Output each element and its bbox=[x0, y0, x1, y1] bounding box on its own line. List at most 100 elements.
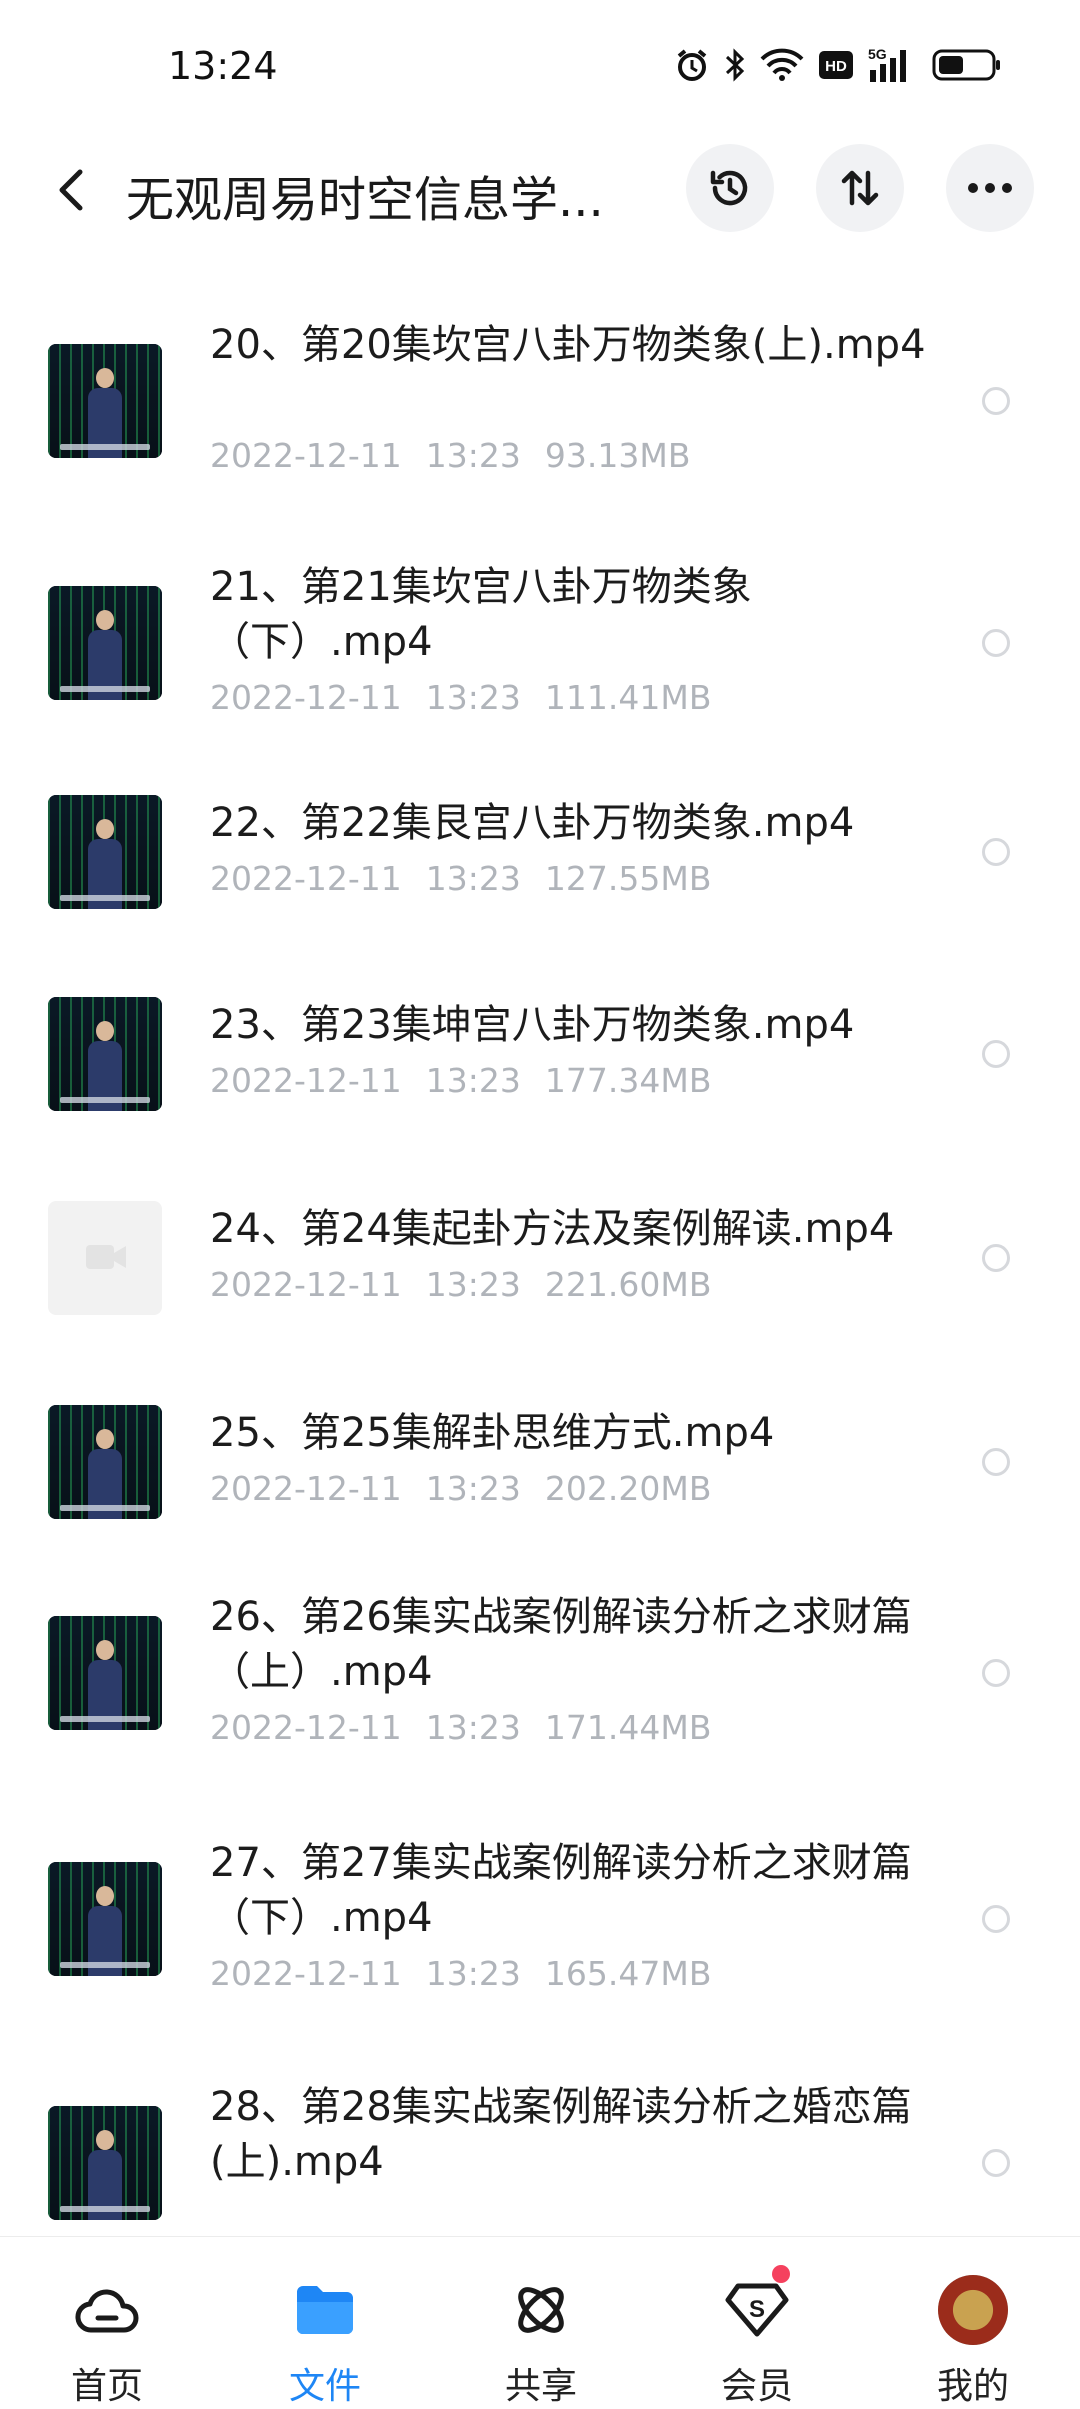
nav-item-vip[interactable]: S 会员 bbox=[682, 2237, 832, 2407]
file-name: 28、第28集实战案例解读分析之婚恋篇(上).mp4 bbox=[210, 2084, 912, 2185]
file-meta: 2022-12-11 13:23 177.34MB bbox=[210, 1061, 735, 1100]
file-name: 24、第24集起卦方法及案例解读.mp4 bbox=[210, 1206, 895, 1252]
select-radio[interactable] bbox=[982, 1905, 1010, 1933]
file-size: 111.41MB bbox=[544, 678, 712, 717]
video-thumbnail bbox=[48, 996, 162, 1111]
status-time: 13:24 bbox=[168, 44, 278, 88]
sort-icon bbox=[841, 170, 879, 206]
notification-badge bbox=[772, 2265, 790, 2283]
file-row[interactable]: 25、第25集解卦思维方式.mp4 2022-12-11 13:23 202.20MB bbox=[0, 1370, 1080, 1570]
history-button[interactable] bbox=[686, 144, 774, 232]
file-name: 26、第26集实战案例解读分析之求财篇（上）.mp4 bbox=[210, 1594, 912, 1695]
signal-5g-icon: 5G bbox=[868, 46, 918, 84]
file-row[interactable]: 21、第21集坎宫八卦万物类象（下）.mp4 2022-12-11 13:23 111… bbox=[0, 542, 1080, 742]
file-name: 27、第27集实战案例解读分析之求财篇（下）.mp4 bbox=[210, 1840, 912, 1941]
file-name: 20、第20集坎宫八卦万物类象(上).mp4 bbox=[210, 322, 926, 368]
file-row[interactable]: 23、第23集坤宫八卦万物类象.mp4 2022-12-11 13:23 177.34… bbox=[0, 962, 1080, 1162]
wifi-icon bbox=[760, 47, 804, 83]
video-thumbnail bbox=[48, 2106, 162, 2220]
select-radio[interactable] bbox=[982, 2149, 1010, 2177]
select-radio[interactable] bbox=[982, 1243, 1010, 1272]
nav-label-home: 首页 bbox=[70, 2366, 143, 2407]
file-size: 221.60MB bbox=[544, 1265, 712, 1304]
file-row[interactable]: 24、第24集起卦方法及案例解读.mp4 2022-12-11 13:23 221.6… bbox=[0, 1166, 1080, 1366]
file-row[interactable]: 20、第20集坎宫八卦万物类象(上).mp4 2022-12-11 13:23 93.… bbox=[0, 300, 1080, 500]
select-radio[interactable] bbox=[982, 837, 1010, 866]
video-camera-icon bbox=[86, 1244, 126, 1269]
video-thumbnail bbox=[48, 586, 162, 700]
file-row[interactable]: 26、第26集实战案例解读分析之求财篇（上）.mp4 2022-12-11 13:2… bbox=[0, 1572, 1080, 1772]
nav-label-me: 我的 bbox=[936, 2366, 1009, 2407]
file-meta: 2022-12-11 13:23 127.55MB bbox=[210, 859, 735, 898]
file-size: 177.34MB bbox=[544, 1061, 712, 1100]
file-row[interactable]: 22、第22集艮宫八卦万物类象.mp4 2022-12-11 13:23 127.55… bbox=[0, 760, 1080, 960]
file-date: 2022-12-11 bbox=[210, 1954, 402, 1993]
avatar bbox=[936, 2273, 1010, 2347]
file-size: 127.55MB bbox=[544, 859, 712, 898]
nav-item-share[interactable]: 共享 bbox=[466, 2237, 616, 2407]
nav-item-me[interactable]: 我的 bbox=[898, 2237, 1048, 2407]
file-date: 2022-12-11 bbox=[210, 1265, 402, 1304]
file-time: 13:23 bbox=[425, 1708, 521, 1747]
video-thumbnail bbox=[48, 1862, 162, 1976]
battery-icon bbox=[932, 48, 1002, 82]
file-size: 93.13MB bbox=[544, 436, 691, 475]
nav-label-vip: 会员 bbox=[720, 2366, 793, 2407]
history-icon bbox=[710, 170, 748, 206]
file-name: 23、第23集坤宫八卦万物类象.mp4 bbox=[210, 1002, 855, 1048]
file-time: 13:23 bbox=[425, 1954, 521, 1993]
file-size: 165.47MB bbox=[544, 1954, 712, 1993]
file-time: 13:23 bbox=[425, 678, 521, 717]
bottom-nav: 首页 文件 共享 S 会员 我的 bbox=[0, 2236, 1080, 2407]
more-icon bbox=[968, 183, 1012, 193]
file-size: 202.20MB bbox=[544, 1469, 712, 1508]
video-thumbnail bbox=[48, 344, 162, 458]
file-time: 13:23 bbox=[425, 859, 521, 898]
file-meta: 2022-12-11 13:23 111.41MB bbox=[210, 678, 735, 717]
select-radio[interactable] bbox=[982, 1039, 1010, 1068]
hd-label: HD bbox=[825, 58, 847, 75]
file-date: 2022-12-11 bbox=[210, 1469, 402, 1508]
home-cloud-icon bbox=[70, 2273, 144, 2347]
file-row[interactable]: 27、第27集实战案例解读分析之求财篇（下）.mp4 2022-12-11 13:2… bbox=[0, 1818, 1080, 2018]
select-radio[interactable] bbox=[982, 387, 1010, 415]
file-meta: 2022-12-11 13:23 202.20MB bbox=[210, 1469, 735, 1508]
file-time: 13:23 bbox=[425, 1061, 521, 1100]
folder-icon bbox=[288, 2273, 362, 2347]
file-date: 2022-12-11 bbox=[210, 678, 402, 717]
file-date: 2022-12-11 bbox=[210, 1061, 402, 1100]
select-radio[interactable] bbox=[982, 629, 1010, 657]
share-atom-icon bbox=[504, 2273, 578, 2347]
video-thumbnail bbox=[48, 1404, 162, 1519]
nav-item-home[interactable]: 首页 bbox=[32, 2237, 182, 2407]
file-list: 20、第20集坎宫八卦万物类象(上).mp4 2022-12-11 13:23 93.… bbox=[0, 300, 1080, 2235]
select-radio[interactable] bbox=[982, 1659, 1010, 1687]
file-date: 2022-12-11 bbox=[210, 1708, 402, 1747]
header-bar: 无观周易时空信息学... bbox=[0, 140, 1080, 240]
video-thumbnail bbox=[48, 794, 162, 909]
file-meta: 2022-12-11 13:23 221.60MB bbox=[210, 1265, 735, 1304]
file-row[interactable]: 28、第28集实战案例解读分析之婚恋篇(上).mp4 bbox=[0, 2062, 1080, 2235]
file-meta: 2022-12-11 13:23 171.44MB bbox=[210, 1708, 735, 1747]
status-icons: HD 5G bbox=[674, 46, 1002, 84]
nav-label-files: 文件 bbox=[288, 2366, 361, 2407]
file-name: 21、第21集坎宫八卦万物类象（下）.mp4 bbox=[210, 564, 752, 665]
select-radio[interactable] bbox=[982, 1447, 1010, 1476]
video-placeholder-thumbnail bbox=[48, 1200, 162, 1315]
file-time: 13:23 bbox=[425, 1265, 521, 1304]
file-meta: 2022-12-11 13:23 165.47MB bbox=[210, 1954, 735, 1993]
nav-label-share: 共享 bbox=[504, 2366, 577, 2407]
file-date: 2022-12-11 bbox=[210, 436, 402, 475]
file-meta: 2022-12-11 13:23 93.13MB bbox=[210, 436, 714, 475]
more-button[interactable] bbox=[946, 144, 1034, 232]
status-bar: 13:24 HD 5G bbox=[0, 0, 1080, 130]
file-size: 171.44MB bbox=[544, 1708, 712, 1747]
file-name: 22、第22集艮宫八卦万物类象.mp4 bbox=[210, 800, 855, 846]
nav-item-files[interactable]: 文件 bbox=[250, 2237, 400, 2407]
vip-diamond-icon: S bbox=[720, 2273, 794, 2347]
back-button[interactable] bbox=[44, 162, 100, 218]
hd-icon: HD bbox=[818, 50, 854, 80]
file-time: 13:23 bbox=[425, 436, 521, 475]
file-date: 2022-12-11 bbox=[210, 859, 402, 898]
sort-button[interactable] bbox=[816, 144, 904, 232]
